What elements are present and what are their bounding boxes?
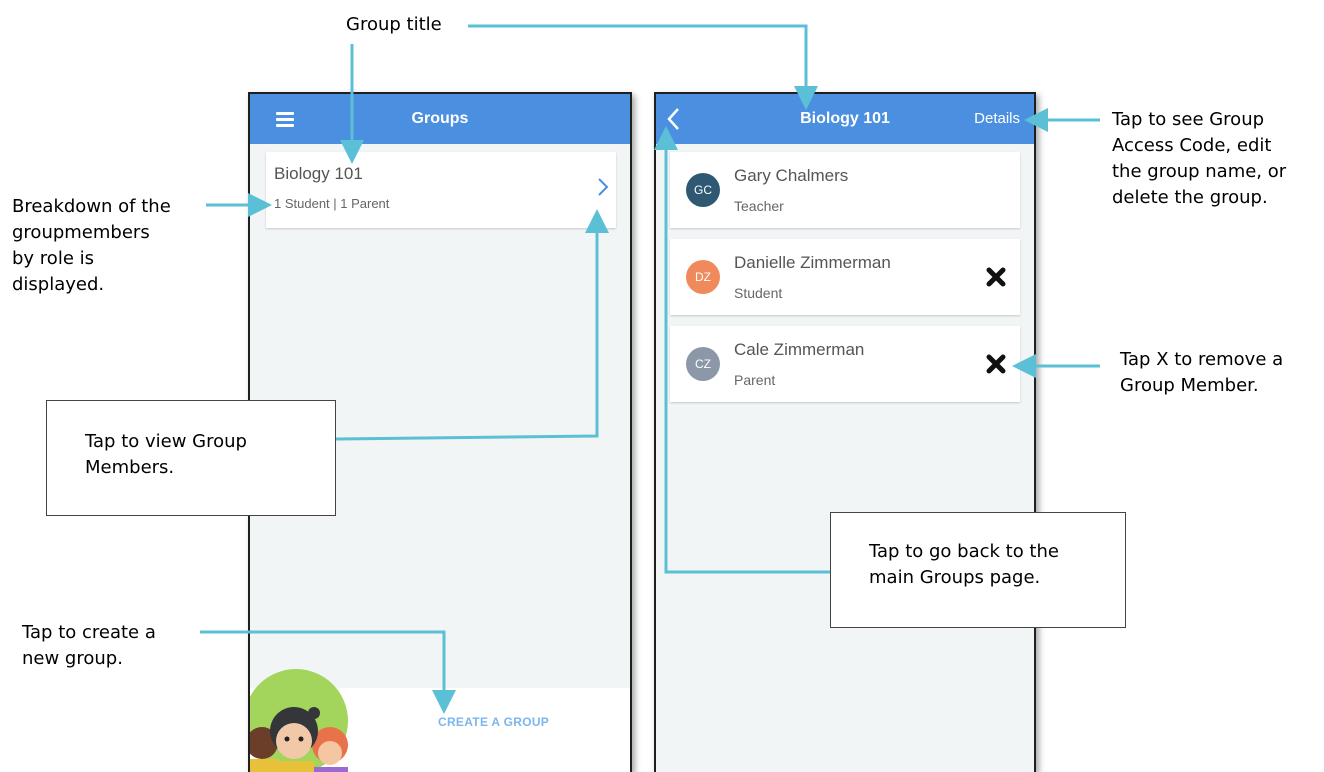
groups-app-bar: Groups — [250, 94, 630, 144]
member-name: Gary Chalmers — [734, 166, 849, 185]
close-x-icon[interactable] — [986, 354, 1006, 374]
group-role-breakdown: 1 Student | 1 Parent — [274, 196, 390, 211]
annotation-view-members: Tap to view Group Members. — [46, 400, 336, 516]
member-name: Cale Zimmerman — [734, 340, 865, 359]
group-members-screen: Biology 101 Details GC Gary Chalmers Tea… — [654, 92, 1036, 772]
avatar: DZ — [686, 260, 720, 294]
close-x-icon[interactable] — [986, 267, 1006, 287]
member-role: Student — [734, 285, 783, 301]
annotation-remove: Tap X to remove a Group Member. — [1120, 349, 1284, 396]
member-row: CZ Cale Zimmerman Parent — [670, 326, 1020, 402]
annotation-group-title: Group title — [346, 14, 442, 35]
annotation-breakdown: Breakdown of the groupmembers by role is… — [12, 196, 171, 295]
annotation-create-group: Tap to create a new group. — [22, 622, 156, 669]
create-group-bar: CREATE A GROUP — [250, 669, 630, 772]
group-list-item[interactable]: Biology 101 1 Student | 1 Parent — [266, 152, 616, 228]
group-name: Biology 101 — [274, 164, 363, 183]
details-button[interactable]: Details — [974, 94, 1020, 144]
annotation-back: Tap to go back to the main Groups page. — [830, 512, 1126, 628]
avatar: GC — [686, 173, 720, 207]
chevron-right-icon[interactable] — [596, 176, 610, 198]
group-app-bar: Biology 101 Details — [656, 94, 1034, 144]
member-role: Parent — [734, 372, 776, 388]
member-row: GC Gary Chalmers Teacher — [670, 152, 1020, 228]
create-group-button[interactable]: CREATE A GROUP — [438, 715, 549, 729]
people-illustration-icon — [250, 669, 348, 772]
member-row: DZ Danielle Zimmerman Student — [670, 239, 1020, 315]
avatar: CZ — [686, 347, 720, 381]
member-role: Teacher — [734, 198, 784, 214]
member-name: Danielle Zimmerman — [734, 253, 891, 272]
annotation-details: Tap to see Group Access Code, edit the g… — [1112, 109, 1287, 208]
page-title: Groups — [411, 110, 469, 127]
